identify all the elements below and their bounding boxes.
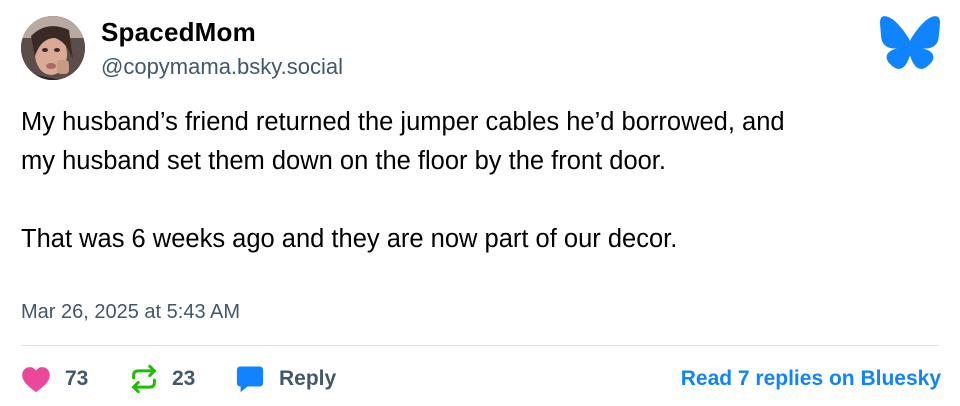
speech-bubble-icon	[235, 364, 265, 394]
display-name[interactable]: SpacedMom	[101, 16, 256, 48]
reply-button[interactable]: Reply	[235, 363, 336, 395]
reply-label: Reply	[279, 367, 337, 390]
bluesky-logo-svg	[880, 16, 940, 69]
repost-button[interactable]: 23	[130, 363, 195, 395]
post-timestamp[interactable]: Mar 26, 2025 at 5:43 AM	[21, 298, 240, 326]
like-button[interactable]: 73	[21, 363, 88, 395]
avatar[interactable]	[21, 16, 85, 80]
bluesky-butterfly-icon[interactable]	[879, 15, 941, 70]
user-handle[interactable]: @copymama.bsky.social	[101, 52, 343, 82]
divider	[21, 345, 939, 346]
post-card: SpacedMom @copymama.bsky.social My husba…	[0, 0, 960, 406]
repost-count: 23	[172, 367, 196, 390]
action-bar: 73 23 Reply Read 7 replies on Bluesky	[21, 363, 941, 395]
post-text: My husband’s friend returned the jumper …	[21, 108, 785, 253]
read-replies-link[interactable]: Read 7 replies on Bluesky	[681, 363, 941, 395]
repost-icon	[130, 364, 158, 394]
avatar-photo	[21, 16, 85, 80]
heart-icon	[21, 365, 51, 393]
like-count: 73	[65, 367, 89, 390]
